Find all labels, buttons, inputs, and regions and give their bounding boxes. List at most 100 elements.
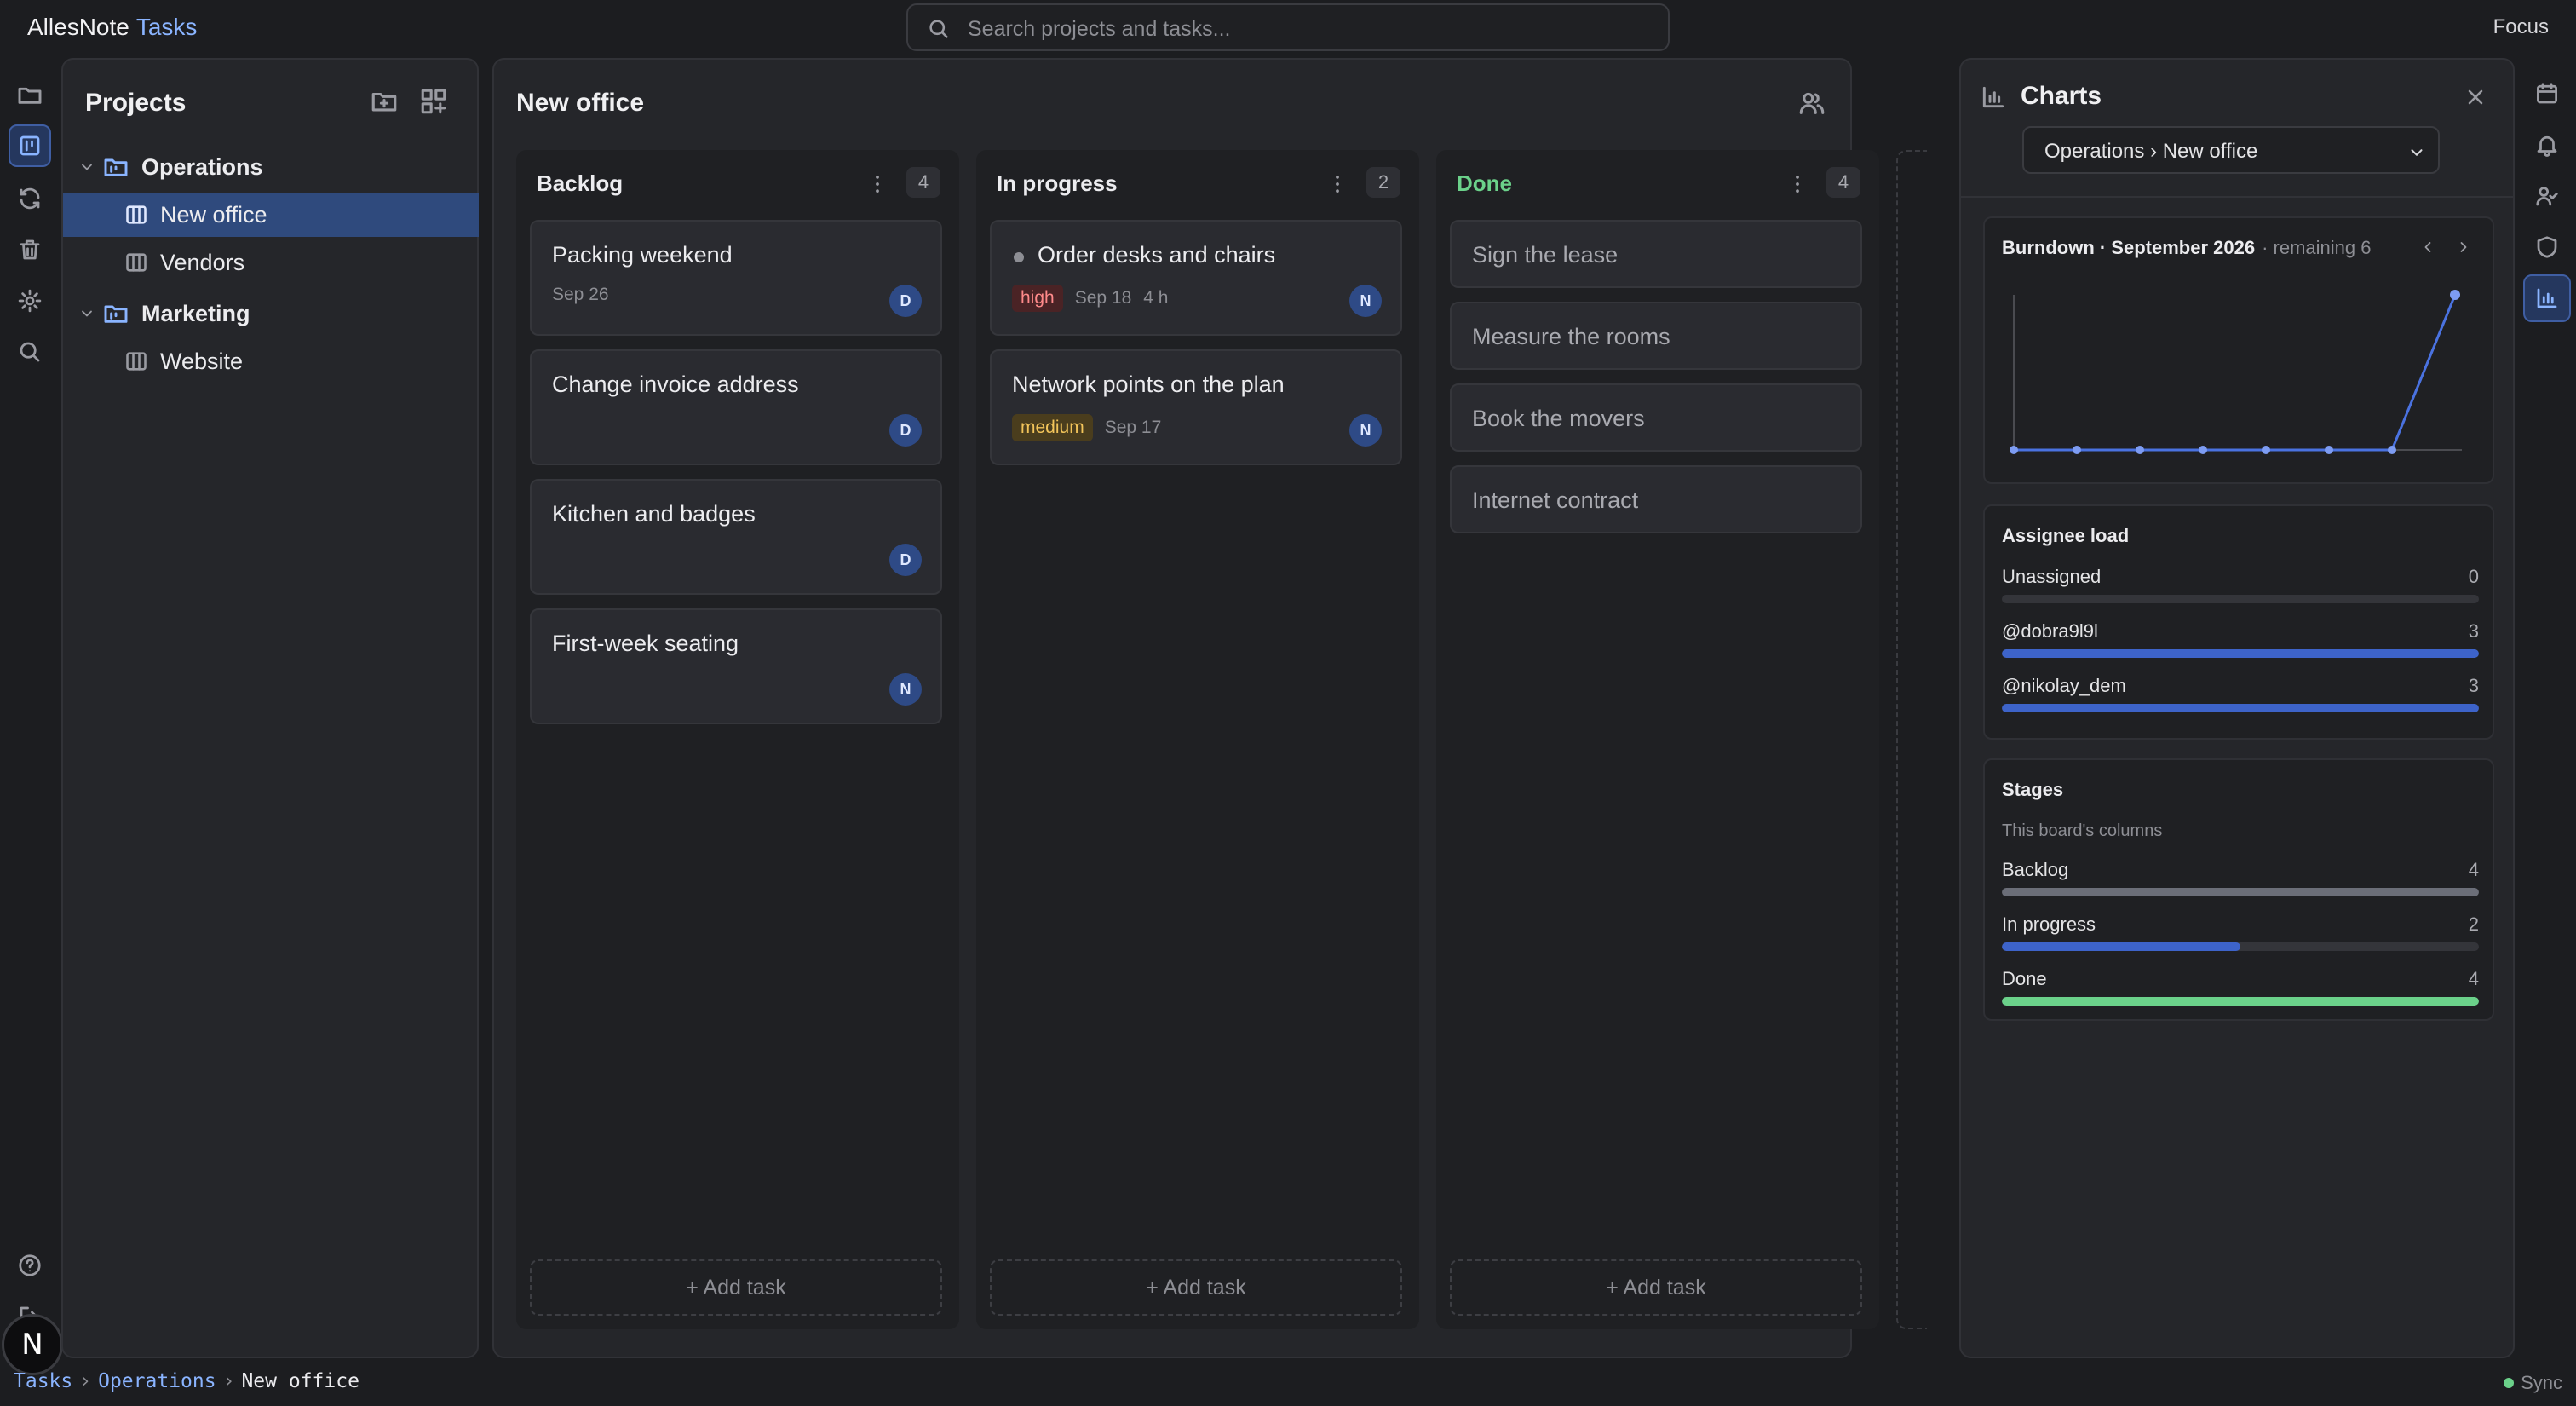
add-task-button[interactable]: + Add task xyxy=(530,1259,942,1316)
rail-help-button[interactable] xyxy=(9,1244,51,1287)
chevron-down-icon[interactable] xyxy=(78,305,95,322)
more-vertical-icon[interactable] xyxy=(865,172,889,196)
refresh-icon xyxy=(20,187,40,210)
task-title: Internet contract xyxy=(1472,487,1639,513)
tree-board-vendors[interactable]: Vendors xyxy=(63,240,479,285)
divider xyxy=(1961,196,2513,198)
rail-notes-button[interactable] xyxy=(9,73,51,116)
search-input[interactable]: Search projects and tasks... xyxy=(906,3,1670,51)
rail-tasks-button[interactable] xyxy=(9,124,51,167)
task-card[interactable]: Kitchen and badges D xyxy=(530,479,942,595)
app-brand[interactable]: AllesNote Tasks xyxy=(27,14,197,41)
search-placeholder: Search projects and tasks... xyxy=(968,17,1231,41)
column-title: In progress xyxy=(997,170,1118,196)
tree-folder-operations[interactable]: Operations xyxy=(63,145,479,189)
task-card[interactable]: Order desks and chairs high Sep 18 4 h N xyxy=(990,220,1402,336)
rail-charts-button[interactable] xyxy=(2523,274,2571,322)
task-title: Network points on the plan xyxy=(1012,372,1285,397)
stage-label: Backlog xyxy=(2002,859,2069,880)
breadcrumb-item[interactable]: Operations xyxy=(98,1370,216,1392)
rail-settings-button[interactable] xyxy=(9,279,51,322)
burndown-line xyxy=(2014,294,2457,452)
more-vertical-icon[interactable] xyxy=(1325,172,1349,196)
folder-icon xyxy=(18,87,42,104)
rail-notifications-button[interactable] xyxy=(2523,121,2571,169)
tree-label: Website xyxy=(160,348,244,374)
rail-calendar-button[interactable] xyxy=(2523,70,2571,118)
close-icon[interactable] xyxy=(2464,85,2487,109)
task-title: Change invoice address xyxy=(552,372,799,397)
app-section: Tasks xyxy=(135,14,198,40)
assignee-avatar: D xyxy=(889,414,922,447)
assignee-label: Unassigned xyxy=(2002,566,2102,587)
task-card[interactable]: Packing weekend Sep 26 D xyxy=(530,220,942,336)
user-avatar[interactable]: N xyxy=(2,1314,63,1375)
top-bar: AllesNote Tasks Search projects and tasks… xyxy=(0,0,2576,56)
add-column-area[interactable] xyxy=(1896,150,1927,1329)
tree-label: Marketing xyxy=(141,300,250,326)
burndown-point xyxy=(2388,446,2396,454)
rail-security-button[interactable] xyxy=(2523,223,2571,271)
focus-button[interactable]: Focus xyxy=(2493,15,2549,39)
column-in-progress: In progress 2 Order desks and chairs hig… xyxy=(976,150,1419,1329)
add-task-button[interactable]: + Add task xyxy=(990,1259,1402,1316)
chevron-down-icon[interactable] xyxy=(78,158,95,176)
new-board-icon[interactable] xyxy=(419,87,448,116)
board-selector[interactable]: Operations › New office xyxy=(2022,126,2440,174)
column-title: Backlog xyxy=(537,170,624,196)
task-date: Sep 18 xyxy=(1074,288,1132,308)
tree-label: Operations xyxy=(141,153,263,180)
more-vertical-icon[interactable] xyxy=(1785,172,1809,196)
tree-folder-marketing[interactable]: Marketing xyxy=(63,291,479,336)
column-backlog: Backlog 4 Packing weekend Sep 26 D Chang… xyxy=(516,150,959,1329)
breadcrumb-item[interactable]: Tasks xyxy=(14,1370,72,1392)
assignee-avatar: N xyxy=(1349,414,1382,447)
task-card[interactable]: Internet contract xyxy=(1450,465,1862,533)
rail-assignments-button[interactable] xyxy=(2523,172,2571,220)
column-count: 4 xyxy=(906,167,940,198)
charts-title: Charts xyxy=(2021,82,2102,110)
rail-sync-button[interactable] xyxy=(9,177,51,220)
calendar-icon xyxy=(2537,83,2557,104)
task-card[interactable]: Sign the lease xyxy=(1450,220,1862,288)
stage-value: 4 xyxy=(2468,968,2479,989)
burndown-point xyxy=(2199,446,2207,454)
search-icon xyxy=(20,342,40,362)
chevron-right-icon[interactable] xyxy=(2455,239,2472,256)
task-card[interactable]: First-week seating N xyxy=(530,608,942,724)
sync-dot xyxy=(2504,1378,2515,1388)
task-card[interactable]: Book the movers xyxy=(1450,383,1862,452)
rail-search-button[interactable] xyxy=(9,331,51,373)
burndown-chart xyxy=(2010,290,2462,454)
burndown-point xyxy=(2262,446,2270,454)
bar-chart-icon xyxy=(1982,86,2004,108)
new-folder-icon[interactable] xyxy=(370,87,399,116)
task-card[interactable]: Change invoice address D xyxy=(530,349,942,465)
tree-board-new-office[interactable]: New office xyxy=(63,193,479,237)
breadcrumb-separator: › xyxy=(222,1370,235,1392)
trash-icon xyxy=(20,239,40,260)
task-title: Kitchen and badges xyxy=(552,501,756,527)
assignee-value: 0 xyxy=(2468,566,2479,587)
board-icon xyxy=(126,352,147,371)
members-icon[interactable] xyxy=(1797,89,1826,118)
tree-label: Vendors xyxy=(160,249,245,275)
sync-status[interactable]: Sync xyxy=(2504,1372,2562,1394)
breadcrumb-separator: › xyxy=(79,1370,92,1392)
assignee-avatar: D xyxy=(889,544,922,576)
charts-panel: Charts Operations › New office Burndown … xyxy=(1959,58,2515,1358)
task-card[interactable]: Measure the rooms xyxy=(1450,302,1862,370)
task-card[interactable]: Network points on the plan medium Sep 17… xyxy=(990,349,1402,465)
bell-icon xyxy=(2537,135,2557,157)
board-selector-value: Operations › New office xyxy=(2044,140,2258,163)
tree-board-website[interactable]: Website xyxy=(63,339,479,383)
add-task-button[interactable]: + Add task xyxy=(1450,1259,1862,1316)
task-date: Sep 17 xyxy=(1104,418,1162,437)
column-count: 4 xyxy=(1826,167,1860,198)
bar-chart-icon xyxy=(2537,288,2557,308)
assignee-avatar: N xyxy=(1349,285,1382,317)
assignee-load-title: Assignee load xyxy=(2002,525,2130,546)
rail-trash-button[interactable] xyxy=(9,228,51,271)
chevron-left-icon[interactable] xyxy=(2419,239,2436,256)
assignee-load-card: Assignee load Unassigned 0 @dobra9l9l 3 … xyxy=(1983,504,2494,740)
